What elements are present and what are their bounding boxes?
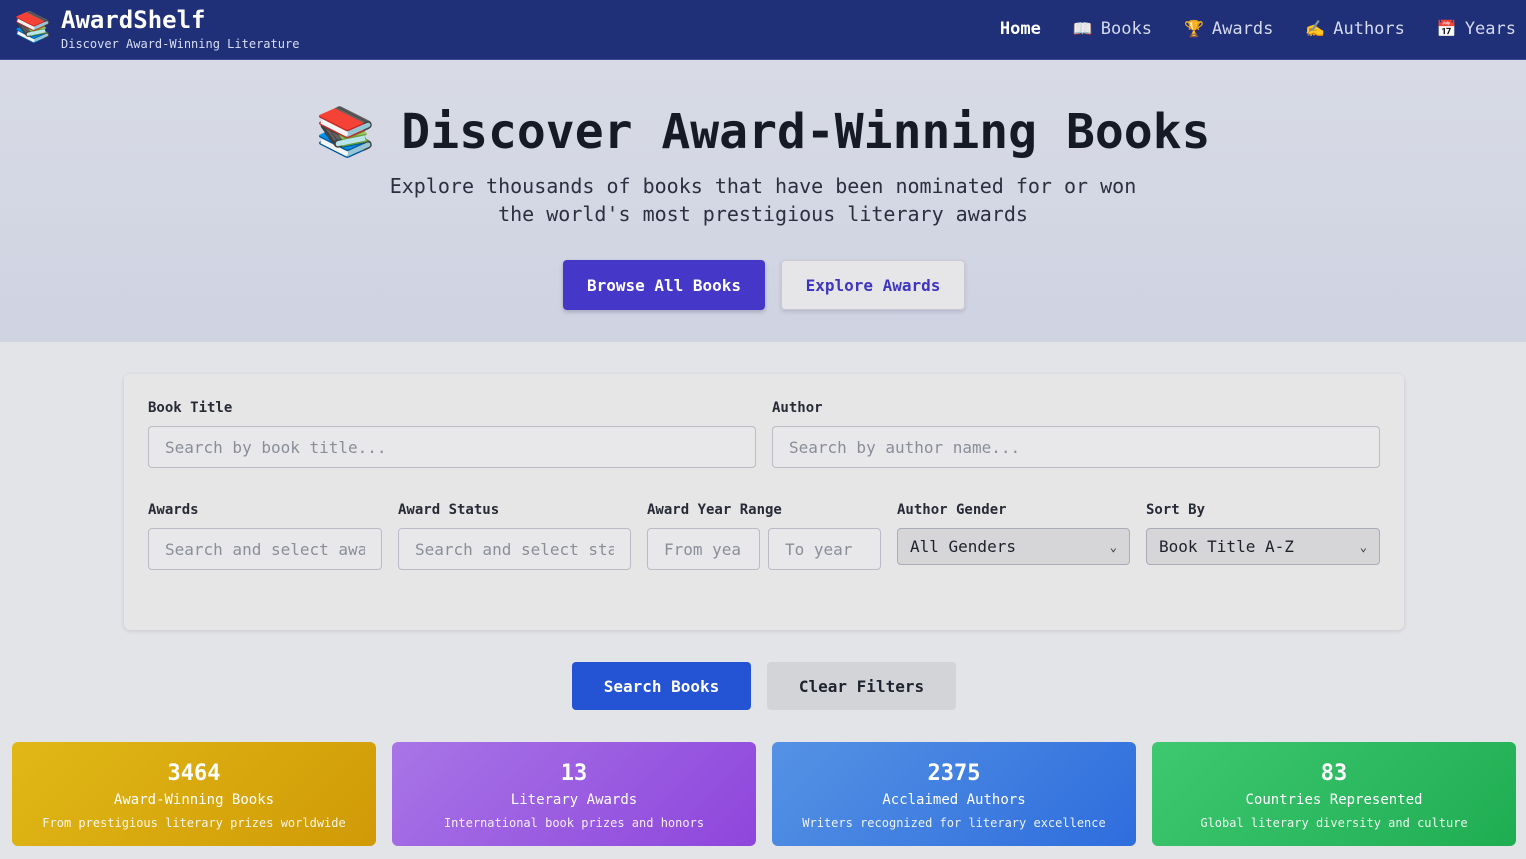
open-book-icon: 📖 xyxy=(1072,19,1093,38)
stat-value: 83 xyxy=(1320,761,1348,786)
clear-filters-button[interactable]: Clear Filters xyxy=(767,662,956,710)
year-from-input[interactable] xyxy=(647,528,760,570)
brand-tagline: Discover Award-Winning Literature xyxy=(61,37,300,51)
trophy-icon: 🏆 xyxy=(1183,19,1204,38)
books-icon[interactable]: 📚 xyxy=(14,10,51,46)
author-gender-value: All Genders xyxy=(910,537,1016,556)
chevron-down-icon: ⌄ xyxy=(1109,539,1117,554)
nav-books[interactable]: 📖 Books xyxy=(1073,17,1152,41)
browse-all-books-button[interactable]: Browse All Books xyxy=(563,260,765,310)
award-status-label: Award Status xyxy=(398,502,500,518)
awards-input[interactable] xyxy=(148,528,382,570)
brand-name[interactable]: AwardShelf xyxy=(61,5,206,35)
search-books-button[interactable]: Search Books xyxy=(572,662,751,710)
sort-by-label: Sort By xyxy=(1146,502,1206,518)
calendar-icon: 📅 xyxy=(1436,19,1457,38)
nav-years-label: Years xyxy=(1464,19,1516,39)
stat-description: International book prizes and honors xyxy=(443,816,705,830)
hero-subtitle: Explore thousands of books that have bee… xyxy=(389,174,1137,226)
nav-authors[interactable]: ✍️ Authors xyxy=(1305,17,1405,41)
author-gender-select[interactable]: All Genders ⌄ xyxy=(897,528,1130,565)
awards-label: Awards xyxy=(148,502,199,518)
stat-description: Writers recognized for literary excellen… xyxy=(802,816,1106,830)
stat-card-books[interactable]: 3464 Award-Winning Books From prestigiou… xyxy=(12,742,376,846)
chevron-down-icon: ⌄ xyxy=(1359,539,1367,554)
nav-awards-label: Awards xyxy=(1211,19,1274,39)
author-label: Author xyxy=(772,400,823,416)
nav-home[interactable]: Home xyxy=(1000,17,1041,41)
stat-description: Global literary diversity and culture xyxy=(1200,816,1468,830)
main-nav: Home 📖 Books 🏆 Awards ✍️ Authors 📅 Years xyxy=(1000,17,1516,41)
hero-title: 📚 Discover Award-Winning Books xyxy=(0,102,1526,162)
stat-card-awards[interactable]: 13 Literary Awards International book pr… xyxy=(392,742,756,846)
nav-awards[interactable]: 🏆 Awards xyxy=(1184,17,1273,41)
stat-value: 13 xyxy=(560,761,588,786)
nav-home-label: Home xyxy=(999,19,1041,39)
explore-awards-button[interactable]: Explore Awards xyxy=(781,260,965,310)
sort-by-select[interactable]: Book Title A-Z ⌄ xyxy=(1146,528,1380,565)
stat-value: 2375 xyxy=(927,761,981,786)
stat-label: Award-Winning Books xyxy=(113,792,275,808)
stat-card-countries[interactable]: 83 Countries Represented Global literary… xyxy=(1152,742,1516,846)
nav-authors-label: Authors xyxy=(1333,19,1405,39)
top-navbar: 📚 AwardShelf Discover Award-Winning Lite… xyxy=(0,0,1526,60)
sort-by-value: Book Title A-Z xyxy=(1159,537,1294,556)
hero-section: 📚 Discover Award-Winning Books Explore th… xyxy=(0,60,1526,342)
year-to-input[interactable] xyxy=(768,528,881,570)
writing-hand-icon: ✍️ xyxy=(1305,19,1326,38)
award-year-range-label: Award Year Range xyxy=(647,502,782,518)
books-icon: 📚 xyxy=(315,104,376,160)
stat-card-authors[interactable]: 2375 Acclaimed Authors Writers recognize… xyxy=(772,742,1136,846)
author-gender-label: Author Gender xyxy=(897,502,1007,518)
search-filter-panel: Book Title Author Awards Award Status Aw… xyxy=(124,374,1404,630)
book-title-label: Book Title xyxy=(148,400,233,416)
award-status-input[interactable] xyxy=(398,528,631,570)
book-title-input[interactable] xyxy=(148,426,756,468)
hero-title-text: Discover Award-Winning Books xyxy=(401,104,1211,160)
stat-value: 3464 xyxy=(167,761,221,786)
stat-label: Acclaimed Authors xyxy=(882,792,1026,808)
stat-label: Literary Awards xyxy=(510,792,638,808)
nav-years[interactable]: 📅 Years xyxy=(1437,17,1516,41)
nav-books-label: Books xyxy=(1100,19,1152,39)
stat-label: Countries Represented xyxy=(1245,792,1423,808)
author-input[interactable] xyxy=(772,426,1380,468)
stat-description: From prestigious literary prizes worldwi… xyxy=(42,816,346,830)
